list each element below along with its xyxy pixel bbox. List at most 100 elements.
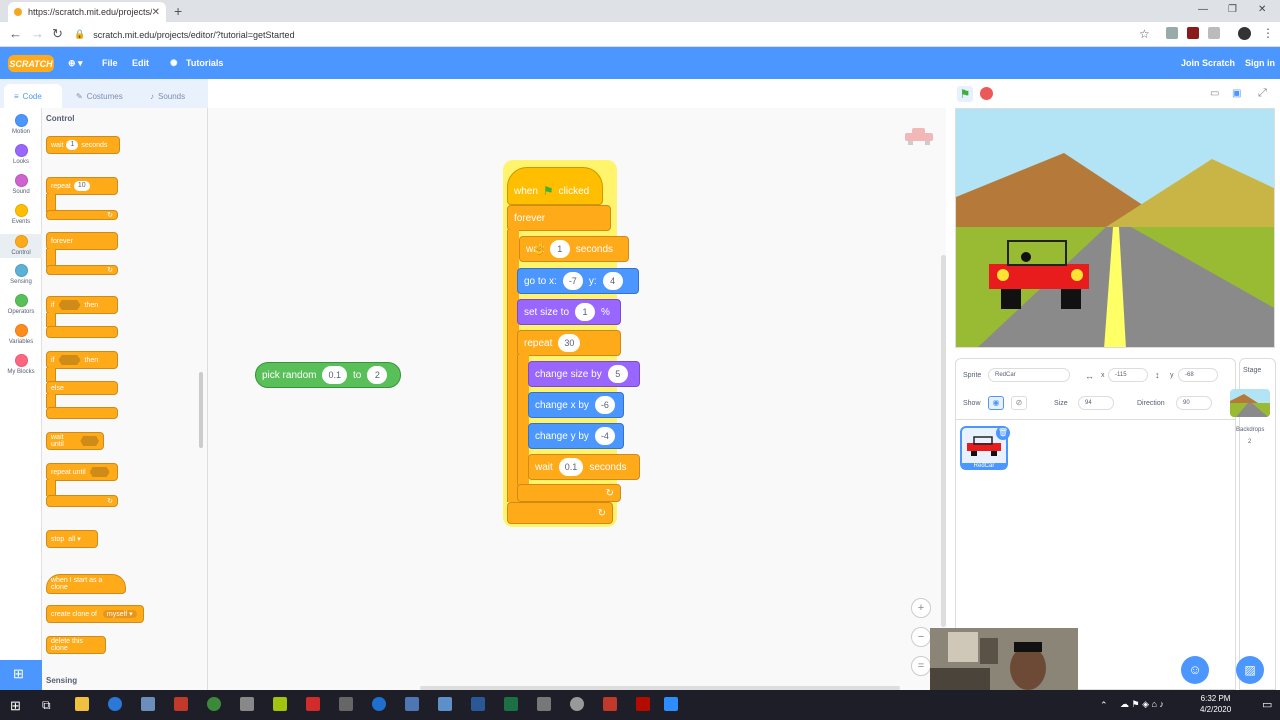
scratch-logo[interactable]: SCRATCH [8, 55, 54, 72]
palette-repeat-block[interactable]: repeat 10 [46, 177, 118, 195]
set-size-block[interactable]: set size to 1 % [517, 299, 621, 325]
palette-stop-block[interactable]: stop all ▾ [46, 530, 98, 548]
taskbar-app-icon[interactable] [339, 697, 353, 711]
palette-if-else-block[interactable]: if then [46, 351, 118, 369]
sprite-size-input[interactable]: 94 [1078, 396, 1114, 410]
condition-slot[interactable] [58, 300, 81, 310]
edge-icon[interactable] [108, 697, 122, 711]
globe-icon[interactable]: ⊕ ▾ [68, 58, 83, 69]
wait-block-2[interactable]: wait 0.1 seconds [528, 454, 640, 480]
repeat-count-input[interactable]: 30 [558, 334, 581, 352]
sprite-x-input[interactable]: -115 [1108, 368, 1148, 382]
settings-icon[interactable] [570, 697, 584, 711]
media-player-icon[interactable] [273, 697, 287, 711]
normal-stage-icon[interactable]: ▣ [1232, 88, 1241, 99]
powerpoint-icon[interactable] [174, 697, 188, 711]
palette-repeat-until-block[interactable]: repeat until [46, 463, 118, 481]
restore-icon[interactable]: ❐ [1228, 4, 1237, 15]
taskbar-app-icon[interactable] [438, 697, 452, 711]
notification-icon[interactable]: ▭ [1262, 698, 1272, 711]
change-x-block[interactable]: change x by -6 [528, 392, 624, 418]
category-events[interactable]: Events [0, 204, 42, 225]
stage-backdrop-thumb[interactable] [1230, 389, 1270, 417]
condition-slot[interactable] [89, 467, 110, 477]
when-flag-clicked-block[interactable]: when ⚑ clicked [507, 167, 603, 205]
palette-scrollbar[interactable] [199, 372, 203, 448]
file-explorer-icon[interactable] [75, 697, 89, 711]
close-window-icon[interactable]: ✕ [1258, 4, 1266, 15]
add-extension-button[interactable]: ⊞ [0, 660, 42, 690]
random-from-input[interactable]: 0.1 [322, 366, 347, 384]
zoom-app-icon[interactable] [664, 697, 678, 711]
change-y-block[interactable]: change y by -4 [528, 423, 624, 449]
stop-dropdown[interactable]: all [68, 536, 75, 543]
tutorials-menu[interactable]: Tutorials [186, 58, 223, 68]
category-myblocks[interactable]: My Blocks [0, 354, 42, 375]
excel-icon[interactable] [504, 697, 518, 711]
delete-sprite-icon[interactable]: 🗑 [996, 426, 1010, 440]
small-stage-icon[interactable]: ▭ [1210, 88, 1219, 99]
acrobat-icon[interactable] [636, 697, 650, 711]
extension-icon[interactable] [1166, 27, 1178, 39]
wait-seconds-input-2[interactable]: 0.1 [558, 458, 584, 476]
sprite-direction-input[interactable]: 90 [1176, 396, 1212, 410]
goto-x-input[interactable]: -7 [562, 272, 583, 290]
palette-create-clone-block[interactable]: create clone of myself ▾ [46, 605, 144, 623]
category-looks[interactable]: Looks [0, 144, 42, 165]
category-variables[interactable]: Variables [0, 324, 42, 345]
go-to-xy-block[interactable]: go to x: -7 y: 4 [517, 268, 639, 294]
clone-dropdown[interactable]: myself ▾ [102, 610, 137, 618]
sprite-y-input[interactable]: -68 [1178, 368, 1218, 382]
reload-icon[interactable]: ↻ [52, 26, 63, 42]
tray-icons[interactable]: ☁ ⚑ ◈ ⌂ ♪ [1120, 699, 1164, 710]
pick-random-block[interactable]: pick random 0.1 to 2 [255, 362, 401, 388]
hide-eye-icon[interactable]: ⊘ [1011, 396, 1027, 410]
change-x-input[interactable]: -6 [594, 396, 615, 414]
tab-code[interactable]: ≡ Code [4, 84, 62, 108]
word-icon[interactable] [471, 697, 485, 711]
palette-wait-block[interactable]: wait 1 seconds [46, 136, 120, 154]
join-scratch-link[interactable]: Join Scratch [1181, 58, 1235, 68]
zoom-reset-icon[interactable]: = [911, 656, 931, 676]
forward-icon[interactable]: → [31, 26, 44, 41]
show-eye-icon[interactable]: ◉ [988, 396, 1004, 410]
calculator-icon[interactable] [240, 697, 254, 711]
minimize-icon[interactable]: — [1198, 4, 1208, 15]
taskbar-app-icon[interactable] [405, 697, 419, 711]
close-tab-icon[interactable]: ✕ [152, 7, 160, 18]
tab-costumes[interactable]: ✎ Costumes [66, 84, 136, 108]
new-tab-icon[interactable]: + [174, 3, 182, 19]
sprite-name-input[interactable]: RedCar [988, 368, 1070, 382]
change-size-input[interactable]: 5 [607, 365, 628, 383]
stop-icon[interactable] [980, 87, 993, 100]
category-sound[interactable]: Sound [0, 174, 42, 195]
edit-menu[interactable]: Edit [132, 58, 149, 68]
file-menu[interactable]: File [102, 58, 118, 68]
category-motion[interactable]: Motion [0, 114, 42, 135]
browser-menu-icon[interactable]: ⋮ [1262, 26, 1274, 40]
sign-in-link[interactable]: Sign in [1245, 58, 1275, 68]
condition-slot[interactable] [58, 355, 81, 365]
palette-delete-clone-block[interactable]: delete this clone [46, 636, 106, 654]
back-icon[interactable]: ← [9, 26, 22, 41]
random-to-input[interactable]: 2 [367, 366, 388, 384]
palette-clone-hat-block[interactable]: when I start as a clone [46, 574, 126, 594]
palette-if-then-block[interactable]: if then [46, 296, 118, 314]
category-sensing[interactable]: Sensing [0, 264, 42, 285]
taskbar-app-icon[interactable] [537, 697, 551, 711]
tray-chevron-icon[interactable]: ⌃ [1100, 700, 1108, 711]
stage-canvas[interactable] [955, 108, 1275, 348]
repeat-block[interactable]: repeat 30 [517, 330, 621, 356]
wait-seconds-input[interactable]: 1 [549, 240, 570, 258]
task-view-icon[interactable]: ⧉ [42, 698, 51, 713]
green-flag-icon[interactable]: ⚑ [957, 86, 973, 102]
condition-slot[interactable] [80, 436, 99, 446]
palette-forever-block[interactable]: forever [46, 232, 118, 250]
extension-icon[interactable] [1208, 27, 1220, 39]
windows-start-icon[interactable]: ⊞ [10, 698, 21, 714]
choose-backdrop-icon[interactable]: ▨ [1236, 656, 1264, 684]
bookmark-star-icon[interactable]: ☆ [1139, 27, 1150, 41]
fullscreen-icon[interactable]: ⤢ [1258, 87, 1267, 100]
change-size-block[interactable]: change size by 5 [528, 361, 640, 387]
pdf-extension-icon[interactable] [1187, 27, 1199, 39]
